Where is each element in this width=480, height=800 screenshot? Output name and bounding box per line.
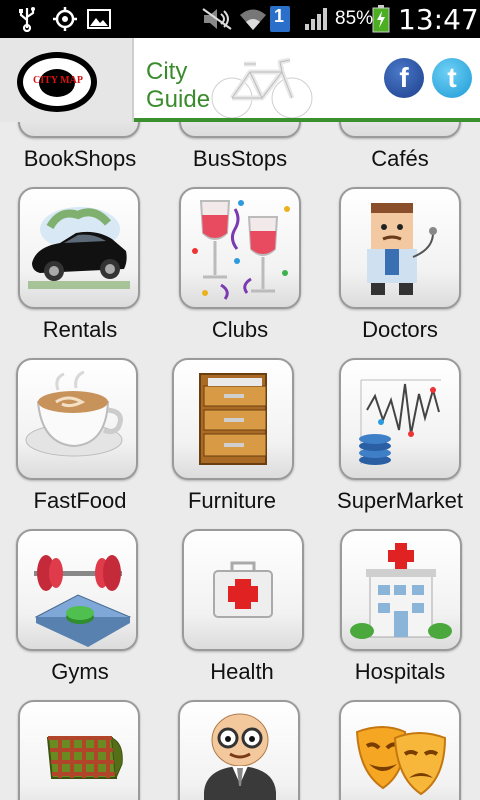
- tile-fabric[interactable]: [18, 700, 140, 800]
- fabric-icon: [46, 736, 123, 779]
- tile-clubs[interactable]: [179, 187, 301, 309]
- gps-icon: [50, 4, 80, 34]
- tile-label: BusStops: [192, 146, 288, 171]
- category-grid: BookShops BusStops Cafés Rentals Clubs D…: [0, 122, 480, 800]
- tile-label: FastFood: [33, 488, 127, 513]
- twitter-button[interactable]: t: [432, 58, 472, 98]
- theater-masks-icon: [355, 726, 447, 796]
- signal-icon: [302, 4, 332, 34]
- tile-label: Hospitals: [354, 659, 446, 684]
- tile-hospitals[interactable]: [340, 529, 462, 651]
- tile-rentals[interactable]: [18, 187, 140, 309]
- tile-cafes[interactable]: [339, 122, 461, 138]
- status-bar: 1 85% 13:47: [0, 0, 480, 38]
- logo-text: CITY MAP: [33, 75, 83, 86]
- tile-gyms[interactable]: [16, 529, 138, 651]
- tile-label: Doctors: [362, 317, 438, 342]
- battery-icon: [370, 4, 392, 34]
- tile-health[interactable]: [182, 529, 304, 651]
- tile-label: Cafés: [371, 146, 429, 171]
- facebook-button[interactable]: f: [384, 58, 424, 98]
- image-icon: [86, 4, 112, 34]
- mute-icon: [200, 4, 234, 34]
- tile-label: Gyms: [51, 659, 109, 684]
- tile-furniture[interactable]: [172, 358, 294, 480]
- clock: 13:47: [398, 3, 479, 36]
- app-title: City Guide: [146, 58, 210, 114]
- tile-label: Health: [210, 659, 274, 684]
- cabinet-icon: [199, 373, 267, 465]
- app-header: CITY MAP City Guide f t: [0, 38, 480, 122]
- man-icon: [204, 713, 276, 800]
- wine-glasses-icon: [192, 200, 290, 300]
- app-title-line2: Guide: [146, 86, 211, 113]
- market-chart-icon: [359, 379, 441, 465]
- tile-bookshops[interactable]: [18, 122, 140, 138]
- first-aid-kit-icon: [213, 561, 273, 618]
- tile-fastfood[interactable]: [16, 358, 138, 480]
- coffee-cup-icon: [25, 370, 123, 457]
- tile-busstops[interactable]: [179, 122, 301, 138]
- tile-supermarket[interactable]: [339, 358, 461, 480]
- city-map-logo[interactable]: CITY MAP: [0, 38, 134, 122]
- tile-lawyers[interactable]: [178, 700, 300, 800]
- doctor-icon: [367, 203, 437, 295]
- app-title-line1: City: [146, 58, 188, 85]
- tile-label: SuperMarket: [337, 488, 463, 513]
- bicycle-icon: [209, 54, 315, 127]
- tile-label: BookShops: [23, 146, 137, 171]
- tile-label: Clubs: [211, 317, 269, 342]
- tile-label: Furniture: [187, 488, 277, 513]
- tile-theater[interactable]: [339, 700, 461, 800]
- car-icon: [28, 207, 130, 289]
- battery-percent: 85%: [335, 8, 374, 29]
- tile-doctors[interactable]: [339, 187, 461, 309]
- hospital-icon: [350, 543, 452, 639]
- logo-ring: CITY MAP: [17, 52, 97, 112]
- notification-badge: 1: [268, 4, 292, 34]
- barbell-icon: [34, 555, 132, 647]
- tile-label: Rentals: [42, 317, 118, 342]
- wifi-icon: [238, 4, 268, 34]
- usb-icon: [14, 4, 40, 34]
